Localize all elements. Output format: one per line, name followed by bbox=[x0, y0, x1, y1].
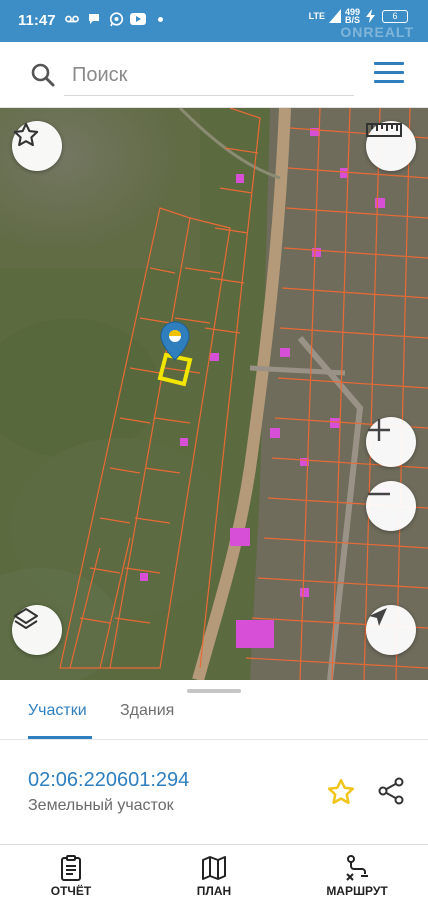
search-icon[interactable] bbox=[30, 62, 56, 88]
locate-icon bbox=[369, 608, 387, 626]
layers-icon bbox=[14, 608, 38, 629]
ruler-icon bbox=[366, 123, 402, 137]
search-header: Поиск bbox=[0, 42, 428, 108]
favorite-map-button[interactable] bbox=[12, 121, 62, 171]
parcel-card[interactable]: 02:06:220601:294 Земельный участок bbox=[0, 741, 428, 845]
star-icon bbox=[13, 122, 39, 147]
status-right: LTE 499 B/S 6 bbox=[308, 7, 408, 25]
status-time: 11:47 bbox=[18, 12, 56, 29]
share-icon[interactable] bbox=[376, 776, 406, 806]
bottom-navigation: ОТЧЁТ ПЛАН МАРШРУТ bbox=[0, 846, 428, 910]
nav-route[interactable]: МАРШРУТ bbox=[286, 846, 428, 910]
network-speed: 499 B/S bbox=[344, 7, 360, 25]
tab-bar: Участки Здания bbox=[0, 694, 428, 740]
charging-icon bbox=[366, 9, 375, 23]
whatsapp-icon bbox=[108, 11, 124, 27]
zoom-in-icon bbox=[368, 419, 390, 441]
network-type: LTE bbox=[308, 10, 325, 21]
nav-report-label: ОТЧЁТ bbox=[50, 884, 92, 898]
locate-button[interactable] bbox=[366, 605, 416, 655]
more-notifications-dot bbox=[158, 16, 163, 22]
zoom-in-button[interactable] bbox=[366, 417, 416, 467]
parcel-cadastral-number[interactable]: 02:06:220601:294 bbox=[28, 769, 189, 792]
parcel-type: Земельный участок bbox=[28, 797, 174, 814]
search-placeholder: Поиск bbox=[72, 64, 128, 86]
voicemail-icon bbox=[64, 11, 80, 27]
tab-parcels[interactable]: Участки bbox=[28, 702, 87, 720]
nav-plan[interactable]: ПЛАН bbox=[143, 846, 285, 910]
tab-buildings[interactable]: Здания bbox=[120, 702, 174, 720]
watermark-logo: ONREALT bbox=[340, 24, 414, 40]
signal-icon bbox=[328, 9, 341, 23]
nav-route-label: МАРШРУТ bbox=[326, 884, 388, 898]
battery-indicator: 6 bbox=[382, 9, 408, 23]
nav-plan-label: ПЛАН bbox=[196, 884, 232, 898]
zoom-out-button[interactable] bbox=[366, 481, 416, 531]
notification-icons bbox=[64, 11, 163, 27]
message-icon bbox=[86, 11, 102, 27]
map-canvas[interactable] bbox=[0, 108, 428, 680]
menu-button[interactable] bbox=[374, 62, 404, 86]
menu-icon bbox=[374, 62, 404, 65]
ruler-button[interactable] bbox=[366, 121, 416, 171]
report-icon bbox=[61, 855, 81, 881]
status-bar: 11:47 LTE 499 B/S 6 ONREALT bbox=[0, 0, 428, 42]
route-icon bbox=[346, 855, 368, 881]
nav-report[interactable]: ОТЧЁТ bbox=[0, 846, 142, 910]
sheet-drag-handle[interactable] bbox=[187, 689, 241, 693]
youtube-icon bbox=[130, 11, 146, 27]
active-tab-indicator bbox=[28, 736, 92, 739]
map-icon bbox=[202, 856, 226, 880]
satellite-map[interactable] bbox=[0, 108, 428, 680]
zoom-out-icon bbox=[368, 492, 390, 496]
network-indicator: LTE bbox=[308, 10, 325, 21]
favorite-star-icon[interactable] bbox=[325, 777, 357, 807]
search-input[interactable]: Поиск bbox=[64, 56, 354, 96]
layers-button[interactable] bbox=[12, 605, 62, 655]
